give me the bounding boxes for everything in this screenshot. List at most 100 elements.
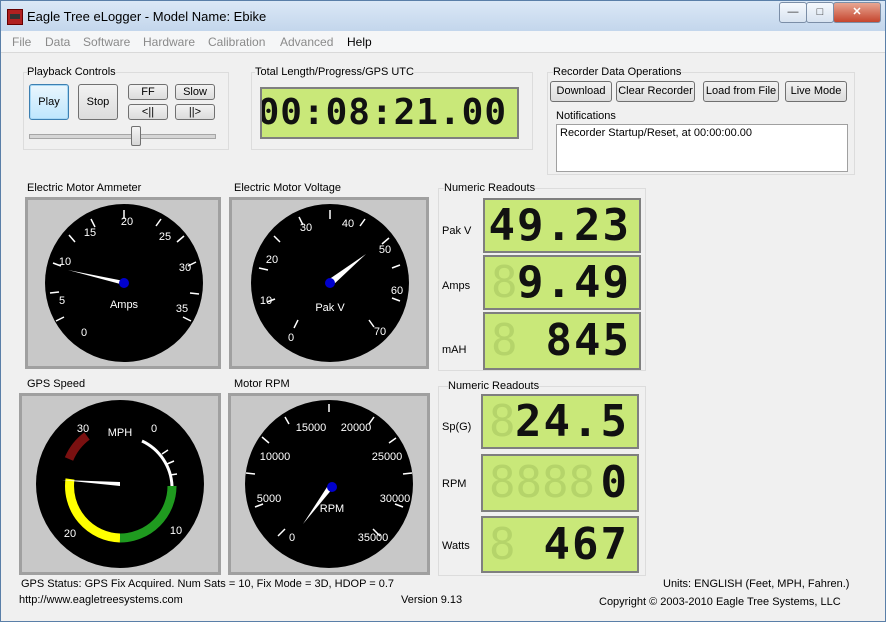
menu-calibration[interactable]: Calibration [208,35,265,49]
ammeter-tick-10: 10 [59,256,71,268]
voltage-unit: Pak V [315,302,345,314]
rpm-tick-30000: 30000 [380,493,411,505]
rpm-value: 0 [600,457,629,508]
watts-label: Watts [442,540,470,552]
main-window: Eagle Tree eLogger - Model Name: Ebike —… [0,0,886,622]
notification-text: Recorder Startup/Reset, at 00:00:00.00 [560,127,753,139]
menu-hardware[interactable]: Hardware [143,35,195,49]
voltage-tick-70: 70 [374,326,386,338]
gps-tick-30: 30 [77,423,89,435]
minimize-button[interactable]: — [779,2,807,23]
copyright-text: Copyright © 2003-2010 Eagle Tree Systems… [599,596,841,608]
amps-label: Amps [442,280,471,292]
title-bar: Eagle Tree eLogger - Model Name: Ebike —… [1,1,885,31]
ammeter-tick-30: 30 [179,262,191,274]
slow-button[interactable]: Slow [175,84,215,100]
menu-data[interactable]: Data [45,35,70,49]
voltage-tick-30: 30 [300,222,312,234]
menu-file[interactable]: File [12,35,31,49]
units-status: Units: ENGLISH (Feet, MPH, Fahren.) [663,578,850,590]
ammeter-frame: 0 5 10 15 20 25 30 35 Amps [25,197,221,369]
rpm-tick-20000: 20000 [341,422,372,434]
step-back-button[interactable]: <|| [128,104,168,120]
gps-tick-0: 0 [151,423,157,435]
voltage-tick-0: 0 [288,332,294,344]
rpm-tick-5000: 5000 [257,493,281,505]
close-button[interactable]: ✕ [833,2,881,23]
clear-recorder-button[interactable]: Clear Recorder [616,81,695,102]
amps-ghost-digit: 8 [491,257,518,308]
live-mode-button[interactable]: Live Mode [785,81,847,102]
rpm-tick-35000: 35000 [358,532,389,544]
mah-ghost-digit: 8 [491,315,518,366]
voltage-tick-60: 60 [391,285,403,297]
progress-label: Total Length/Progress/GPS UTC [255,66,414,78]
voltage-hub [325,278,335,288]
notifications-box: Recorder Startup/Reset, at 00:00:00.00 [556,124,848,172]
version-text: Version 9.13 [401,594,463,606]
ammeter-tick-15: 15 [84,227,96,239]
mah-value: 845 [545,315,631,366]
app-icon[interactable] [7,9,23,25]
pakv-label: Pak V [442,225,472,237]
voltage-tick-20: 20 [266,254,278,266]
voltage-tick-10: 10 [260,295,272,307]
voltage-frame: 0 10 20 30 40 50 60 70 Pak V [229,197,429,369]
ammeter-tick-25: 25 [159,231,171,243]
rpm-gauge: 0 5000 10000 15000 20000 25000 30000 350… [245,400,413,568]
step-forward-button[interactable]: ||> [175,104,215,120]
menu-advanced[interactable]: Advanced [280,35,333,49]
rpm-hub [327,482,337,492]
playback-label: Playback Controls [27,66,116,78]
rpm-readout-label: RPM [442,478,467,490]
maximize-button[interactable]: □ [806,2,834,23]
speed-display: 8 24.5 [481,394,639,449]
readouts1-label: Numeric Readouts [444,182,536,194]
ammeter-tick-0: 0 [81,327,87,339]
playback-slider-track[interactable] [29,134,216,139]
recorder-label: Recorder Data Operations [553,66,682,78]
website-link[interactable]: http://www.eagletreesystems.com [19,594,183,606]
pakv-value: 49.23 [488,200,631,251]
ammeter-hub [119,278,129,288]
speed-value: 24.5 [515,396,629,447]
gps-speed-gauge: 30 0 10 20 MPH [36,400,204,568]
rpm-frame: 0 5000 10000 15000 20000 25000 30000 350… [228,393,430,575]
notifications-label: Notifications [556,110,616,122]
download-button[interactable]: Download [550,81,612,102]
menu-help[interactable]: Help [347,35,372,49]
rpm-ghost-digits: 8888 [489,457,595,508]
watts-ghost-digit: 8 [489,519,516,570]
gps-status: GPS Status: GPS Fix Acquired. Num Sats =… [21,578,395,590]
readouts2-label: Numeric Readouts [448,380,540,392]
ammeter-tick-20: 20 [121,216,133,228]
gps-speed-label: GPS Speed [27,378,86,390]
progress-display: 00:08:21.00 [260,87,519,139]
ammeter-gauge: 0 5 10 15 20 25 30 35 Amps [45,204,203,362]
amps-value: 9.49 [517,257,631,308]
amps-display: 8 9.49 [483,255,641,310]
menu-software[interactable]: Software [83,35,130,49]
rpm-display: 8888 0 [481,454,639,512]
speed-label: Sp(G) [442,421,472,433]
window-title: Eagle Tree eLogger - Model Name: Ebike [27,9,267,24]
playback-slider-thumb[interactable] [131,126,142,146]
stop-button[interactable]: Stop [78,84,118,120]
ammeter-tick-35: 35 [176,303,188,315]
pakv-display: 49.23 [483,198,641,253]
voltage-tick-40: 40 [342,218,354,230]
fast-forward-button[interactable]: FF [128,84,168,100]
rpm-tick-0: 0 [289,532,295,544]
watts-display: 8 467 [481,516,639,573]
rpm-tick-10000: 10000 [260,451,291,463]
ammeter-label: Electric Motor Ammeter [27,182,142,194]
gps-tick-20: 20 [64,528,76,540]
load-from-file-button[interactable]: Load from File [703,81,779,102]
rpm-unit: RPM [320,503,344,515]
rpm-label: Motor RPM [234,378,290,390]
voltage-gauge: 0 10 20 30 40 50 60 70 Pak V [251,204,409,362]
voltage-label: Electric Motor Voltage [234,182,341,194]
ammeter-unit: Amps [110,299,139,311]
rpm-tick-15000: 15000 [296,422,327,434]
play-button[interactable]: Play [29,84,69,120]
